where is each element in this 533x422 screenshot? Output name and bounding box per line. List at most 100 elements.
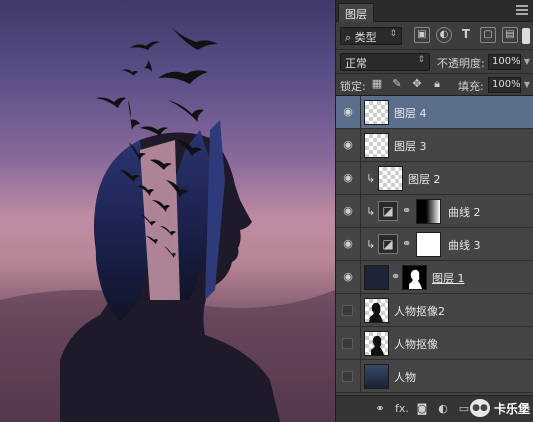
- layer-name[interactable]: 人物抠像2: [394, 303, 445, 319]
- blend-mode-value: 正常: [345, 57, 367, 70]
- layer-thumbnail: [364, 298, 389, 323]
- smart-object-filter-icon[interactable]: ▤: [502, 27, 518, 43]
- lock-transparent-icon[interactable]: ▦: [370, 77, 384, 91]
- opacity-input[interactable]: 100%: [488, 54, 521, 70]
- curves-adjustment-icon: ◪: [378, 234, 398, 254]
- lock-position-icon[interactable]: ✥: [410, 77, 424, 91]
- adjustment-filter-icon[interactable]: ◐: [436, 27, 452, 43]
- lock-label: 锁定:: [340, 80, 366, 93]
- layer-row[interactable]: 人物抠像: [336, 327, 533, 360]
- panel-menu-icon[interactable]: [516, 5, 528, 15]
- person-silhouette-icon: [369, 302, 383, 322]
- bottom-actions: ⚭ fx. ◙ ◐ ▭: [374, 402, 470, 415]
- layer-name[interactable]: 人物: [394, 369, 416, 385]
- layer-name[interactable]: 曲线 2: [448, 204, 481, 220]
- mask-thumbnail[interactable]: [416, 232, 441, 257]
- layer-thumbnail: [364, 331, 389, 356]
- lock-icons: ▦ ✎ ✥ 🔒︎: [370, 77, 444, 91]
- tab-layers[interactable]: 图层: [338, 3, 374, 22]
- layer-row[interactable]: ◉ ↳ 图层 2: [336, 162, 533, 195]
- blend-mode-select[interactable]: 正常 ⇕: [340, 53, 430, 71]
- filter-toggle[interactable]: [522, 28, 530, 44]
- lock-row: 锁定: ▦ ✎ ✥ 🔒︎ 填充: 100% ▼: [336, 74, 533, 96]
- eye-icon[interactable]: ◉: [339, 169, 357, 187]
- wechat-logo-icon: ●●: [469, 399, 490, 417]
- layer-name[interactable]: 曲线 3: [448, 237, 481, 253]
- layer-name[interactable]: 图层 1: [432, 270, 465, 286]
- layer-row[interactable]: 人物抠像2: [336, 294, 533, 327]
- divider: [360, 228, 361, 261]
- shape-filter-icon[interactable]: ▢: [480, 27, 496, 43]
- layer-name[interactable]: 图层 2: [408, 171, 441, 187]
- eye-icon[interactable]: ◉: [339, 268, 357, 286]
- visibility-toggle[interactable]: [342, 305, 353, 316]
- person-mask-icon: [409, 269, 422, 289]
- layers-panel: 图层 ⌕ 类型 ⇕ ▣ ◐ T ▢ ▤ 正常 ⇕ 不透明度: 100% ▼ 锁定: …: [335, 0, 533, 422]
- chevron-icon: ⇕: [389, 29, 397, 39]
- eye-icon[interactable]: ◉: [339, 103, 357, 121]
- divider: [360, 129, 361, 162]
- add-mask-icon[interactable]: ◙: [416, 402, 428, 415]
- mask-thumbnail[interactable]: [416, 199, 441, 224]
- filter-icons: ▣ ◐ T ▢ ▤: [414, 27, 518, 45]
- eye-icon[interactable]: ◉: [339, 202, 357, 220]
- clipping-arrow-icon: ↳: [366, 205, 376, 218]
- layer-thumbnail: [378, 166, 403, 191]
- lock-paint-icon[interactable]: ✎: [390, 77, 404, 91]
- visibility-toggle[interactable]: [342, 371, 353, 382]
- double-exposure-artwork: [0, 28, 335, 422]
- divider: [360, 162, 361, 195]
- fill-dropdown-icon[interactable]: ▼: [522, 77, 532, 93]
- link-icon[interactable]: ⚭: [402, 237, 411, 250]
- layers-list: ◉ 图层 4 ◉ 图层 3 ◉ ↳ 图层 2 ◉ ↳ ◪ ⚭ 曲线 2 ◉ ↳ …: [336, 96, 533, 395]
- panel-titlebar: 图层: [336, 0, 533, 22]
- divider: [360, 96, 361, 129]
- layer-thumbnail: [364, 364, 389, 389]
- layer-row[interactable]: ◉ ⚭ 图层 1: [336, 261, 533, 294]
- person-silhouette-icon: [371, 335, 384, 355]
- layer-name[interactable]: 人物抠像: [394, 336, 438, 352]
- layer-thumbnail: [364, 265, 389, 290]
- opacity-label: 不透明度:: [437, 57, 485, 70]
- fx-button[interactable]: fx.: [395, 402, 409, 415]
- layer-row[interactable]: ◉ ↳ ◪ ⚭ 曲线 3: [336, 228, 533, 261]
- eye-icon[interactable]: ◉: [339, 136, 357, 154]
- chevron-icon: ⇕: [417, 55, 425, 65]
- layer-thumbnail: [364, 133, 389, 158]
- fill-label: 填充:: [458, 80, 484, 93]
- fill-input[interactable]: 100%: [488, 77, 521, 93]
- layer-name[interactable]: 图层 4: [394, 105, 427, 121]
- filter-kind-select[interactable]: ⌕ 类型 ⇕: [340, 27, 402, 45]
- link-icon[interactable]: ⚭: [391, 270, 400, 283]
- eye-icon[interactable]: ◉: [339, 235, 357, 253]
- canvas-artwork[interactable]: [0, 0, 335, 422]
- divider: [360, 261, 361, 294]
- watermark: ●● 卡乐堡: [469, 399, 530, 417]
- type-filter-icon[interactable]: T: [458, 27, 474, 43]
- divider: [360, 195, 361, 228]
- link-layers-icon[interactable]: ⚭: [374, 402, 386, 415]
- clipping-arrow-icon: ↳: [366, 172, 376, 185]
- visibility-toggle[interactable]: [342, 338, 353, 349]
- divider: [360, 327, 361, 360]
- divider: [360, 294, 361, 327]
- opacity-dropdown-icon[interactable]: ▼: [522, 54, 532, 70]
- layer-row[interactable]: ◉ ↳ ◪ ⚭ 曲线 2: [336, 195, 533, 228]
- mask-thumbnail[interactable]: [402, 265, 427, 290]
- lock-all-icon[interactable]: 🔒︎: [430, 77, 444, 91]
- blend-row: 正常 ⇕ 不透明度: 100% ▼: [336, 50, 533, 74]
- divider: [360, 360, 361, 393]
- layer-row[interactable]: ◉ 图层 3: [336, 129, 533, 162]
- filter-kind-value: 类型: [354, 31, 377, 44]
- link-icon[interactable]: ⚭: [402, 204, 411, 217]
- layer-row[interactable]: 人物: [336, 360, 533, 393]
- search-icon: ⌕: [345, 31, 355, 44]
- adjustment-layer-icon[interactable]: ◐: [437, 402, 449, 415]
- clipping-arrow-icon: ↳: [366, 238, 376, 251]
- curves-adjustment-icon: ◪: [378, 201, 398, 221]
- layer-row[interactable]: ◉ 图层 4: [336, 96, 533, 129]
- layer-name[interactable]: 图层 3: [394, 138, 427, 154]
- group-folder-icon[interactable]: ▭: [458, 402, 470, 415]
- filter-row: ⌕ 类型 ⇕ ▣ ◐ T ▢ ▤: [336, 22, 533, 50]
- image-filter-icon[interactable]: ▣: [414, 27, 430, 43]
